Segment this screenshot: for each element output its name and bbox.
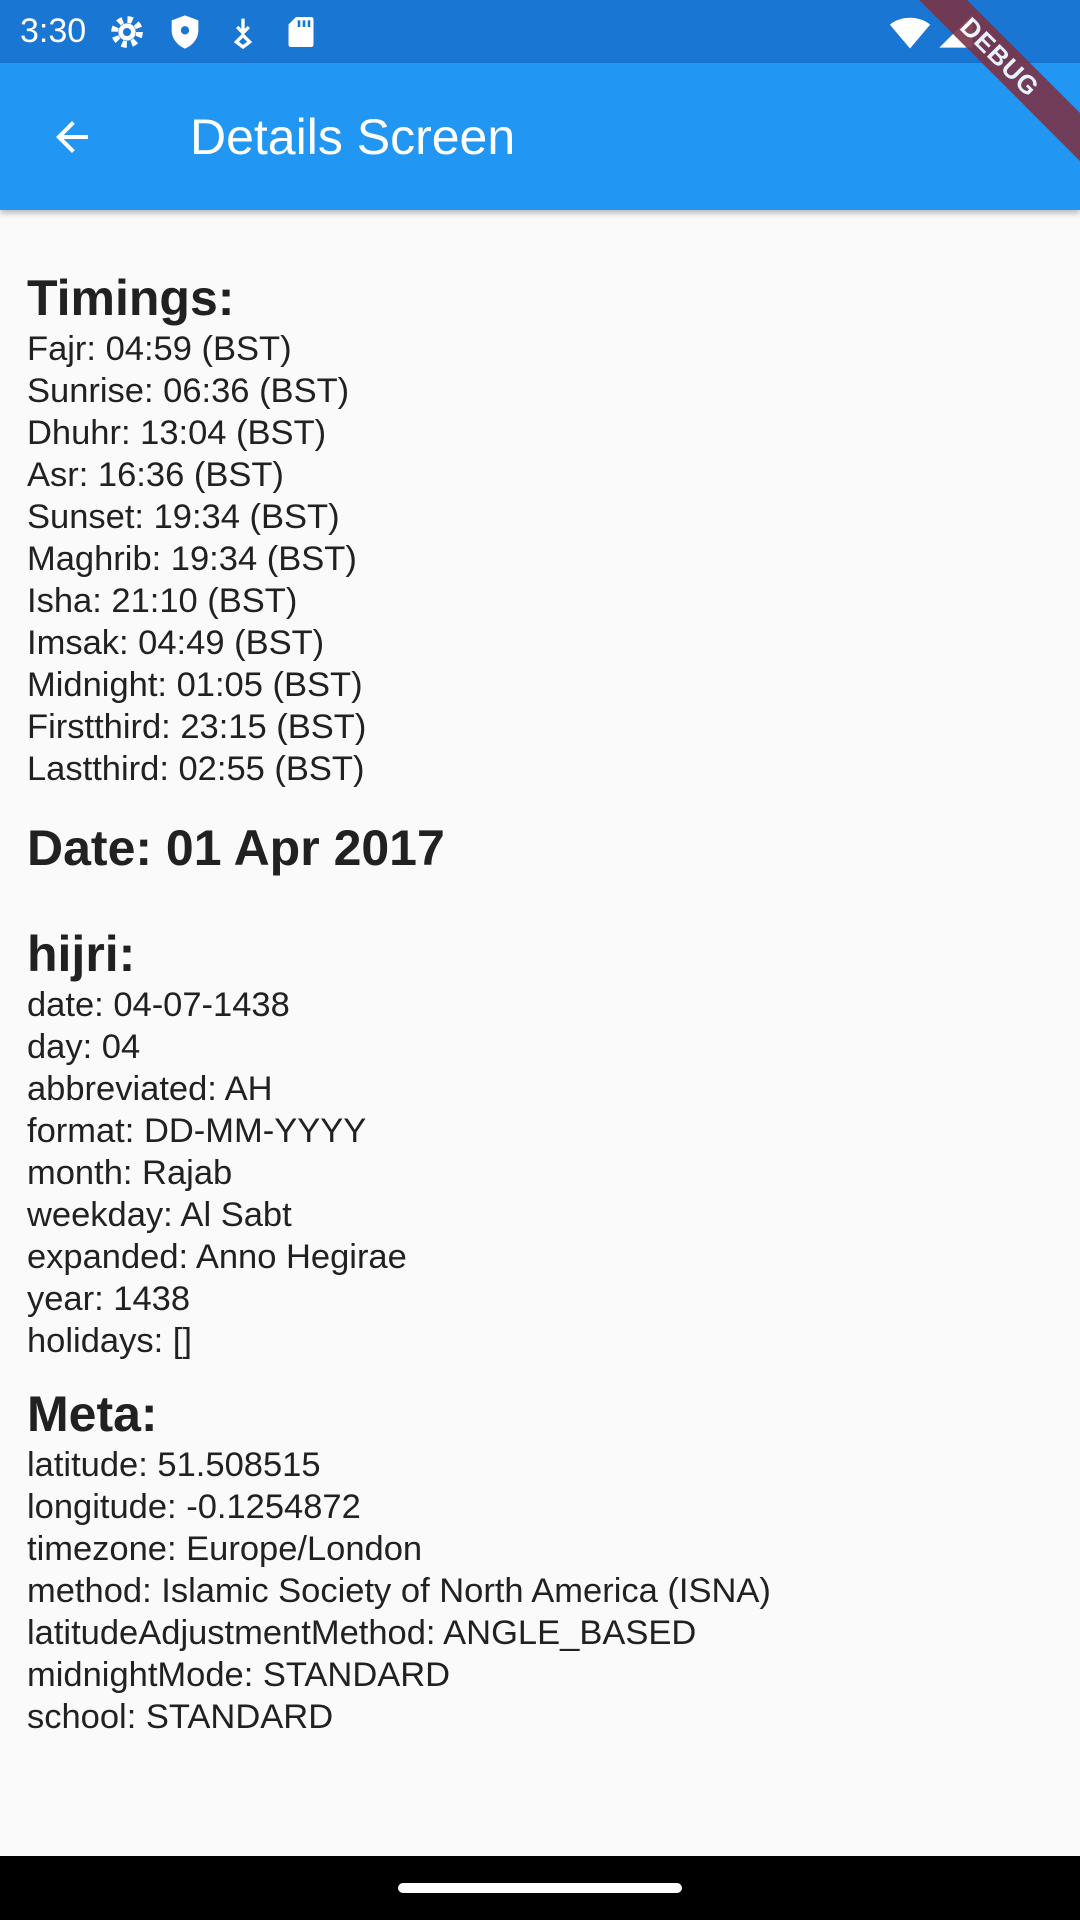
hijri-day: day: 04 — [27, 1028, 141, 1066]
hijri-section: hijri: date: 04-07-1438 day: 04 abbrevia… — [27, 924, 1057, 1362]
date-heading: Date: 01 Apr 2017 — [27, 820, 445, 876]
hijri-abbreviated: abbreviated: AH — [27, 1070, 273, 1108]
meta-method: method: Islamic Society of North America… — [27, 1572, 771, 1610]
meta-longitude: longitude: -0.1254872 — [27, 1488, 361, 1526]
timing-fajr: Fajr: 04:59 (BST) — [27, 330, 292, 368]
timing-imsak: Imsak: 04:49 (BST) — [27, 624, 325, 662]
timing-lastthird: Lastthird: 02:55 (BST) — [27, 750, 365, 788]
download-icon — [233, 18, 253, 50]
meta-heading: Meta: — [27, 1386, 158, 1442]
home-indicator[interactable] — [398, 1883, 682, 1893]
timing-maghrib: Maghrib: 19:34 (BST) — [27, 540, 357, 578]
app-bar: Details Screen — [0, 63, 1080, 210]
meta-school: school: STANDARD — [27, 1698, 334, 1736]
hijri-date: date: 04-07-1438 — [27, 986, 290, 1024]
meta-section: Meta: latitude: 51.508515 longitude: -0.… — [27, 1384, 1057, 1738]
page-title: Details Screen — [190, 109, 516, 165]
meta-timezone: timezone: Europe/London — [27, 1530, 423, 1568]
timing-sunset: Sunset: 19:34 (BST) — [27, 498, 340, 536]
timings-section: Timings: Fajr: 04:59 (BST) Sunrise: 06:3… — [27, 268, 1057, 790]
meta-latitude-adjustment: latitudeAdjustmentMethod: ANGLE_BASED — [27, 1614, 697, 1652]
back-button[interactable] — [35, 100, 109, 174]
meta-midnight-mode: midnightMode: STANDARD — [27, 1656, 451, 1694]
timing-dhuhr: Dhuhr: 13:04 (BST) — [27, 414, 327, 452]
hijri-weekday: weekday: Al Sabt — [27, 1196, 292, 1234]
hijri-month: month: Rajab — [27, 1154, 233, 1192]
hijri-year: year: 1438 — [27, 1280, 191, 1318]
timings-heading: Timings: — [27, 270, 235, 326]
timing-asr: Asr: 16:36 (BST) — [27, 456, 284, 494]
sd-card-icon — [288, 17, 314, 47]
navigation-bar — [0, 1856, 1080, 1920]
meta-latitude: latitude: 51.508515 — [27, 1446, 321, 1484]
hijri-holidays: holidays: [] — [27, 1322, 192, 1360]
timing-midnight: Midnight: 01:05 (BST) — [27, 666, 363, 704]
date-section: Date: 01 Apr 2017 — [27, 818, 1057, 878]
arrow-back-icon — [56, 121, 88, 153]
hijri-format: format: DD-MM-YYYY — [27, 1112, 367, 1150]
wifi-icon — [889, 17, 931, 49]
hijri-heading: hijri: — [27, 926, 136, 982]
shield-icon — [171, 15, 199, 49]
timing-isha: Isha: 21:10 (BST) — [27, 582, 298, 620]
timing-sunrise: Sunrise: 06:36 (BST) — [27, 372, 350, 410]
details-content: Timings: Fajr: 04:59 (BST) Sunrise: 06:3… — [27, 268, 1057, 1738]
status-time: 3:30 — [20, 12, 87, 50]
timing-firstthird: Firstthird: 23:15 (BST) — [27, 708, 367, 746]
hijri-expanded: expanded: Anno Hegirae — [27, 1238, 407, 1276]
settings-icon — [111, 16, 143, 48]
status-bar: 3:30 — [0, 0, 1080, 63]
